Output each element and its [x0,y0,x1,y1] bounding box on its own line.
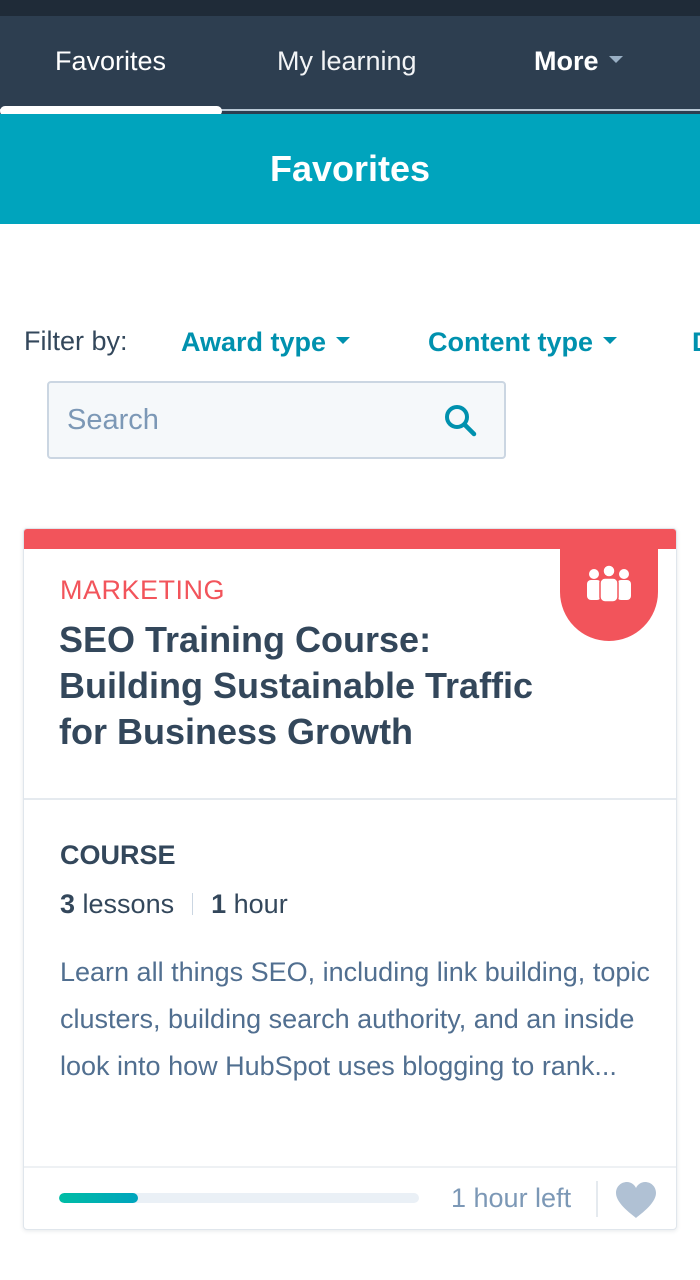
duration-value: 1 [211,889,227,919]
top-nav: Favorites My learning More [0,16,700,114]
page-banner: Favorites [0,114,700,224]
tab-more[interactable]: More [534,46,623,77]
content-type-label: Content type [428,327,593,357]
progress-bar [59,1193,419,1203]
course-card[interactable]: MARKETING SEO Training Course: Building … [23,528,677,1230]
chevron-down-icon [608,56,623,64]
meta-separator [192,892,194,915]
progress-fill [59,1193,139,1203]
card-title[interactable]: SEO Training Course: Building Sustainabl… [59,617,579,755]
card-description: Learn all things SEO, including link bui… [60,957,650,1081]
more-filter-label: D [692,327,700,357]
award-type-filter[interactable]: Award type [181,327,351,358]
card-footer-divider [24,1166,676,1168]
lessons-label: lessons [82,889,175,919]
tab-favorites-label: Favorites [55,46,167,76]
search-icon[interactable] [443,403,479,439]
tab-my-learning[interactable]: My learning [277,46,417,77]
card-meta: 3 lessons 1 hour [60,889,288,920]
award-type-label: Award type [181,327,327,357]
group-icon [587,564,631,603]
tab-favorites[interactable]: Favorites [55,46,166,77]
content-type-filter[interactable]: Content type [428,327,617,358]
filter-label: Filter by: [24,326,128,356]
more-filter-cut-off[interactable]: D [692,327,700,358]
tab-more-label: More [534,46,599,76]
footer-separator [596,1181,598,1217]
search-box [47,381,506,459]
tab-my-learning-label: My learning [277,46,417,76]
content-type-label: COURSE [60,840,176,870]
lessons-count: 3 [60,889,76,919]
duration-unit: hour [233,889,288,919]
chevron-down-icon [336,337,351,345]
heart-icon[interactable] [614,1181,658,1219]
search-input[interactable] [67,383,427,457]
time-left: 1 hour left [451,1183,572,1213]
card-category: MARKETING [60,575,226,605]
chevron-down-icon [603,337,617,345]
card-divider [24,798,676,800]
page-title: Favorites [269,148,431,189]
status-strip [0,0,700,16]
